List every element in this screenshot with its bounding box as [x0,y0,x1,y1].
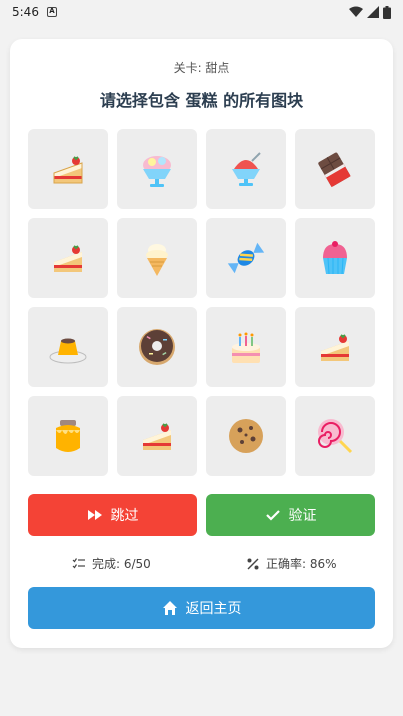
tile-5[interactable] [28,218,108,298]
tile-4[interactable] [295,129,375,209]
chocolate-bar-icon [318,152,351,188]
tile-2[interactable] [117,129,197,209]
progress-stat: 完成: 6/50 [72,555,151,572]
custard-pudding-icon [49,338,87,364]
tile-15[interactable] [206,396,286,476]
notification-icon: A [46,7,57,17]
battery-icon [383,5,391,19]
candy-icon [227,242,265,274]
strawberry-cake-icon [54,245,82,272]
birthday-cake-icon [232,332,260,363]
fast-forward-icon [87,510,102,520]
verify-label: 验证 [288,508,317,524]
verify-button[interactable]: 验证 [206,494,375,536]
home-icon [162,601,177,615]
progress-text: 完成: 6/50 [92,557,151,571]
skip-label: 跳过 [110,508,139,524]
ice-cream-sundae-icon [143,156,171,187]
game-card: 关卡: 甜点 请选择包含 蛋糕 的所有图块 跳过 验证 完成: 6/50 正确率… [10,39,393,648]
check-icon [265,510,280,521]
checklist-icon [72,557,85,568]
shaved-ice-icon [232,152,261,186]
status-bar: 5:46 A [0,0,403,24]
tile-14[interactable] [117,396,197,476]
strawberry-cake-icon [143,423,171,450]
donut-icon [139,329,175,365]
tile-7[interactable] [206,218,286,298]
honey-pot-icon [56,420,80,452]
percent-icon [247,558,259,569]
cookie-icon [229,419,263,453]
cupcake-icon [323,241,347,275]
tile-8[interactable] [295,218,375,298]
level-label: 关卡: 甜点 [173,61,230,75]
tile-9[interactable] [28,307,108,387]
status-time: 5:46 [12,5,39,19]
tile-11[interactable] [206,307,286,387]
tile-16[interactable] [295,396,375,476]
signal-icon [367,6,379,18]
tile-6[interactable] [117,218,197,298]
strawberry-cake-icon [321,334,349,361]
tile-13[interactable] [28,396,108,476]
wifi-icon [349,6,363,17]
tile-12[interactable] [295,307,375,387]
soft-ice-cream-icon [146,244,168,276]
accuracy-stat: 正确率: 86% [246,555,337,572]
accuracy-text: 正确率: 86% [266,557,337,571]
tile-grid [28,129,375,476]
strawberry-cake-icon [53,156,83,184]
skip-button[interactable]: 跳过 [28,494,197,536]
tile-1[interactable] [28,129,108,209]
home-label: 返回主页 [185,601,242,617]
home-button[interactable]: 返回主页 [28,587,375,629]
lollipop-icon [318,419,353,454]
tile-10[interactable] [117,307,197,387]
tile-3[interactable] [206,129,286,209]
instruction-title: 请选择包含 蛋糕 的所有图块 [99,91,304,110]
